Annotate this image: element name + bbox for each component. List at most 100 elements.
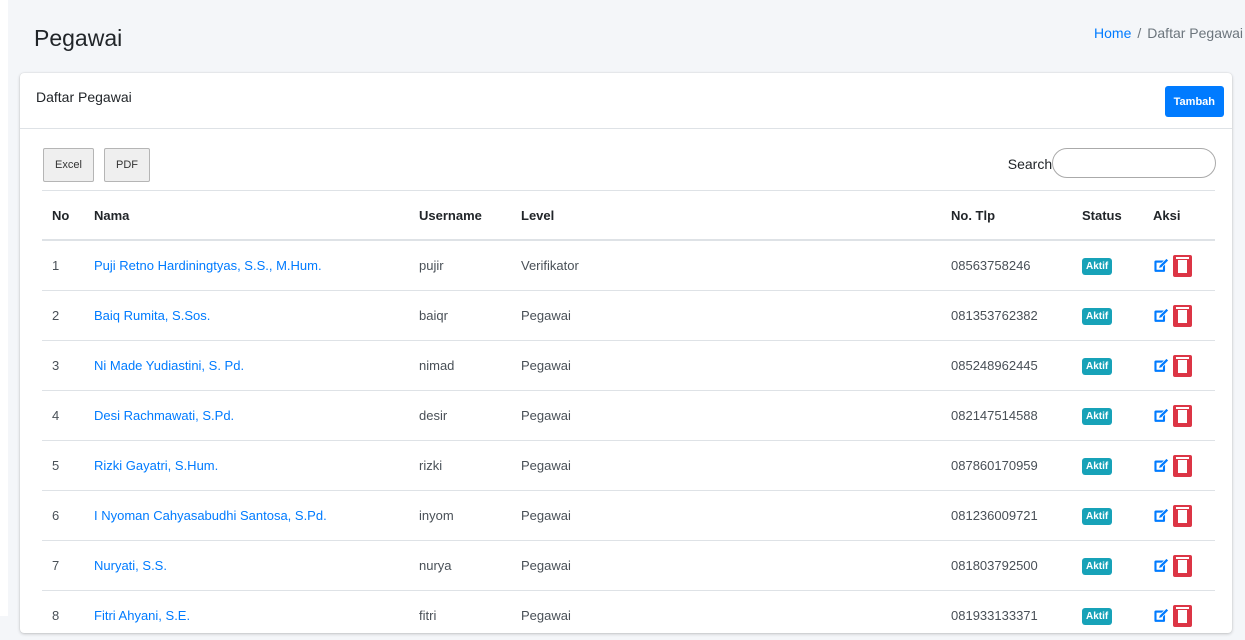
cell-level: Pegawai <box>511 591 941 640</box>
status-badge: Aktif <box>1082 558 1112 575</box>
cell-no: 3 <box>42 341 84 391</box>
edit-icon[interactable] <box>1153 257 1170 274</box>
column-header-aksi: Aksi <box>1143 191 1215 241</box>
table-row: 3 Ni Made Yudiastini, S. Pd. nimad Pegaw… <box>42 341 1215 391</box>
cell-no: 7 <box>42 541 84 591</box>
cell-aksi <box>1143 291 1215 341</box>
cell-level: Pegawai <box>511 491 941 541</box>
add-employee-button[interactable]: Tambah <box>1165 86 1224 117</box>
employee-name-link[interactable]: I Nyoman Cahyasabudhi Santosa, S.Pd. <box>84 491 409 541</box>
trash-icon[interactable] <box>1173 305 1192 327</box>
status-badge: Aktif <box>1082 458 1112 475</box>
edit-icon[interactable] <box>1153 307 1170 324</box>
employee-table: No Nama Username Level No. Tlp Status Ak… <box>42 190 1215 640</box>
cell-aksi <box>1143 341 1215 391</box>
cell-no: 2 <box>42 291 84 341</box>
employee-name-link[interactable]: Desi Rachmawati, S.Pd. <box>84 391 409 441</box>
breadcrumb-separator: / <box>1137 25 1141 41</box>
status-badge: Aktif <box>1082 258 1112 275</box>
search-input[interactable] <box>1052 148 1216 178</box>
cell-status: Aktif <box>1072 291 1143 341</box>
table-row: 4 Desi Rachmawati, S.Pd. desir Pegawai 0… <box>42 391 1215 441</box>
cell-status: Aktif <box>1072 591 1143 640</box>
employee-name-link[interactable]: Fitri Ahyani, S.E. <box>84 591 409 640</box>
cell-username: desir <box>409 391 511 441</box>
employee-name-link[interactable]: Rizki Gayatri, S.Hum. <box>84 441 409 491</box>
cell-aksi <box>1143 591 1215 640</box>
sidebar-edge <box>0 0 8 616</box>
cell-aksi <box>1143 441 1215 491</box>
employee-name-link[interactable]: Ni Made Yudiastini, S. Pd. <box>84 341 409 391</box>
employee-name-link[interactable]: Baiq Rumita, S.Sos. <box>84 291 409 341</box>
column-header-username[interactable]: Username <box>409 191 511 241</box>
trash-icon[interactable] <box>1173 555 1192 577</box>
edit-icon[interactable] <box>1153 507 1170 524</box>
column-header-status[interactable]: Status <box>1072 191 1143 241</box>
breadcrumb: Home / Daftar Pegawai <box>1094 25 1243 41</box>
cell-level: Pegawai <box>511 391 941 441</box>
cell-aksi <box>1143 541 1215 591</box>
employee-card: Daftar Pegawai Tambah Excel PDF Search: … <box>20 73 1232 633</box>
cell-level: Verifikator <box>511 240 941 291</box>
column-header-no[interactable]: No <box>42 191 84 241</box>
breadcrumb-current: Daftar Pegawai <box>1147 25 1243 41</box>
page-title: Pegawai <box>34 25 122 52</box>
cell-status: Aktif <box>1072 491 1143 541</box>
cell-tlp: 087860170959 <box>941 441 1072 491</box>
cell-tlp: 081933133371 <box>941 591 1072 640</box>
trash-icon[interactable] <box>1173 455 1192 477</box>
trash-icon[interactable] <box>1173 255 1192 277</box>
card-header: Daftar Pegawai Tambah <box>20 73 1232 129</box>
cell-status: Aktif <box>1072 341 1143 391</box>
status-badge: Aktif <box>1082 358 1112 375</box>
employee-name-link[interactable]: Puji Retno Hardiningtyas, S.S., M.Hum. <box>84 240 409 291</box>
table-row: 2 Baiq Rumita, S.Sos. baiqr Pegawai 0813… <box>42 291 1215 341</box>
cell-level: Pegawai <box>511 291 941 341</box>
cell-status: Aktif <box>1072 541 1143 591</box>
edit-icon[interactable] <box>1153 557 1170 574</box>
cell-username: pujir <box>409 240 511 291</box>
cell-no: 4 <box>42 391 84 441</box>
table-row: 1 Puji Retno Hardiningtyas, S.S., M.Hum.… <box>42 240 1215 291</box>
cell-username: baiqr <box>409 291 511 341</box>
cell-level: Pegawai <box>511 441 941 491</box>
cell-tlp: 082147514588 <box>941 391 1072 441</box>
status-badge: Aktif <box>1082 408 1112 425</box>
trash-icon[interactable] <box>1173 505 1192 527</box>
employee-name-link[interactable]: Nuryati, S.S. <box>84 541 409 591</box>
status-badge: Aktif <box>1082 308 1112 325</box>
table-row: 5 Rizki Gayatri, S.Hum. rizki Pegawai 08… <box>42 441 1215 491</box>
table-header-row: No Nama Username Level No. Tlp Status Ak… <box>42 191 1215 241</box>
cell-username: rizki <box>409 441 511 491</box>
table-row: 8 Fitri Ahyani, S.E. fitri Pegawai 08193… <box>42 591 1215 640</box>
card-title: Daftar Pegawai <box>36 89 132 105</box>
cell-status: Aktif <box>1072 391 1143 441</box>
edit-icon[interactable] <box>1153 457 1170 474</box>
table-row: 6 I Nyoman Cahyasabudhi Santosa, S.Pd. i… <box>42 491 1215 541</box>
cell-tlp: 081236009721 <box>941 491 1072 541</box>
search-label: Search: <box>1008 156 1056 172</box>
column-header-nama[interactable]: Nama <box>84 191 409 241</box>
trash-icon[interactable] <box>1173 405 1192 427</box>
cell-no: 5 <box>42 441 84 491</box>
trash-icon[interactable] <box>1173 355 1192 377</box>
edit-icon[interactable] <box>1153 357 1170 374</box>
breadcrumb-home-link[interactable]: Home <box>1094 25 1131 41</box>
cell-no: 8 <box>42 591 84 640</box>
cell-username: inyom <box>409 491 511 541</box>
cell-tlp: 081353762382 <box>941 291 1072 341</box>
cell-aksi <box>1143 491 1215 541</box>
cell-level: Pegawai <box>511 541 941 591</box>
cell-username: fitri <box>409 591 511 640</box>
cell-level: Pegawai <box>511 341 941 391</box>
column-header-level[interactable]: Level <box>511 191 941 241</box>
cell-username: nimad <box>409 341 511 391</box>
edit-icon[interactable] <box>1153 407 1170 424</box>
cell-no: 6 <box>42 491 84 541</box>
cell-tlp: 08563758246 <box>941 240 1072 291</box>
export-excel-button[interactable]: Excel <box>43 148 94 182</box>
cell-status: Aktif <box>1072 240 1143 291</box>
cell-tlp: 081803792500 <box>941 541 1072 591</box>
export-pdf-button[interactable]: PDF <box>104 148 150 182</box>
column-header-tlp[interactable]: No. Tlp <box>941 191 1072 241</box>
